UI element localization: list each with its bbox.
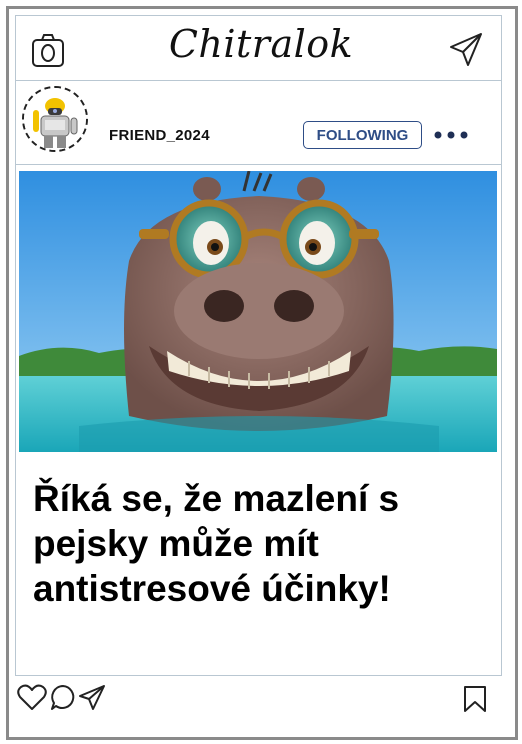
heart-icon[interactable] xyxy=(17,684,47,711)
send-icon[interactable] xyxy=(448,32,484,68)
camera-icon[interactable] xyxy=(31,32,65,68)
app-logo: Chitralok xyxy=(168,22,354,66)
post-image xyxy=(19,171,497,452)
following-button[interactable]: FOLLOWING xyxy=(303,121,422,149)
more-dots-icon[interactable] xyxy=(432,128,470,142)
profile-divider xyxy=(15,164,502,165)
avatar[interactable] xyxy=(22,86,88,152)
header-divider xyxy=(15,80,502,81)
post-caption: Říká se, že mazlení s pejsky může mít an… xyxy=(33,478,400,609)
share-icon[interactable] xyxy=(78,684,106,711)
username[interactable]: FRIEND_2024 xyxy=(109,127,210,144)
bookmark-icon[interactable] xyxy=(463,685,487,713)
comment-icon[interactable] xyxy=(50,684,77,711)
